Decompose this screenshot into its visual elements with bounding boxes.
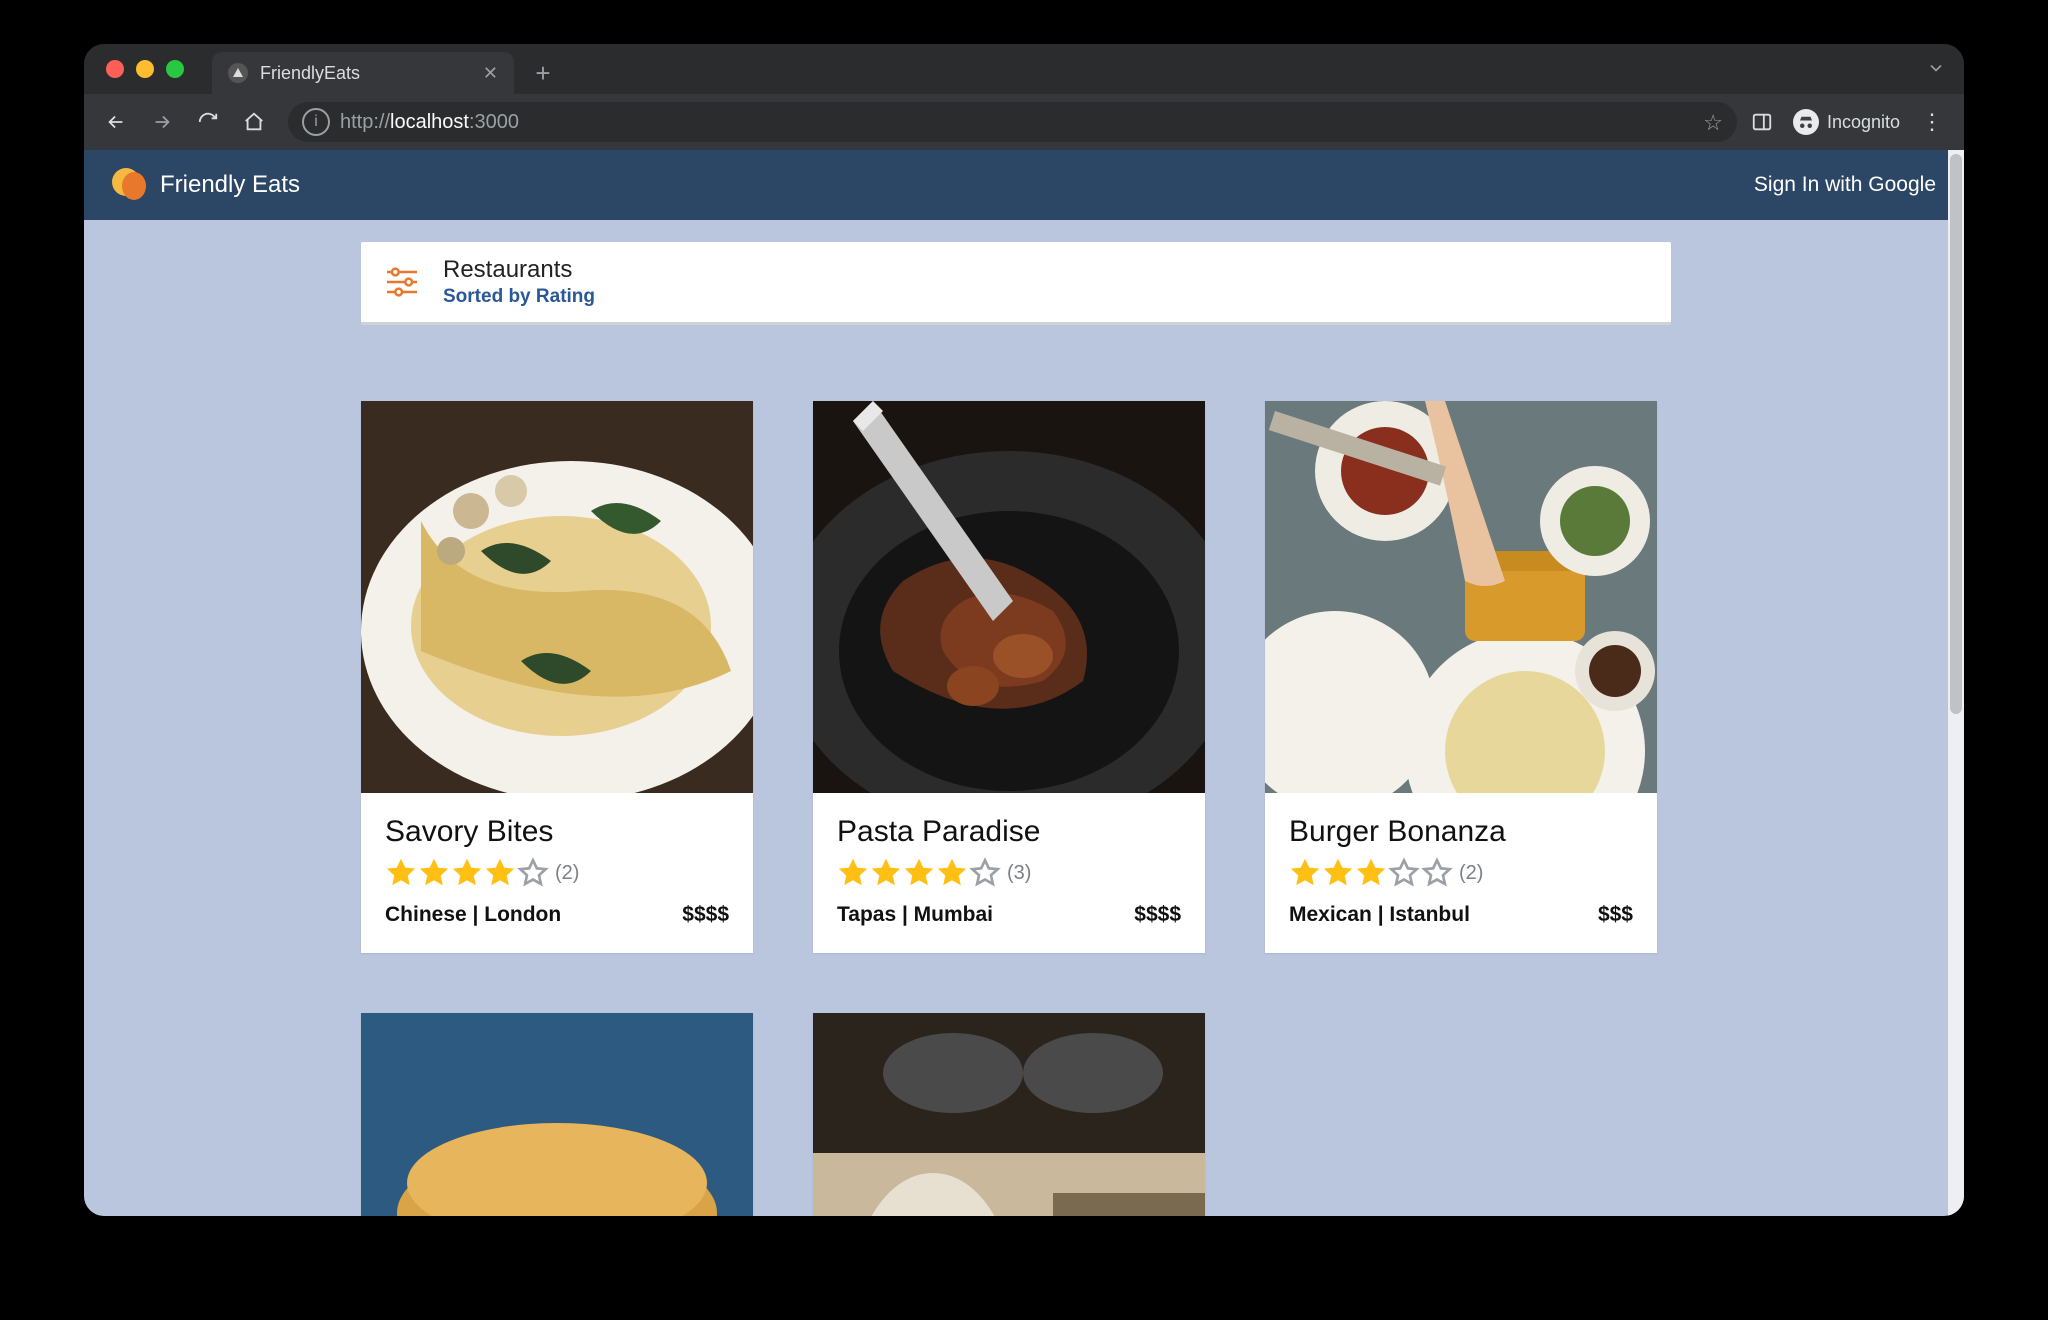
url-prefix: http:// xyxy=(340,111,390,133)
signin-button[interactable]: Sign In with Google xyxy=(1754,173,1936,197)
restaurant-price: $$$$ xyxy=(1134,903,1181,927)
scrollbar-thumb[interactable] xyxy=(1950,154,1962,714)
browser-tab[interactable]: FriendlyEats ✕ xyxy=(212,52,514,94)
restaurant-price: $$$ xyxy=(1598,903,1633,927)
filter-bar[interactable]: Restaurants Sorted by Rating xyxy=(361,242,1671,325)
star-rating xyxy=(1289,857,1453,889)
tab-strip: FriendlyEats ✕ + xyxy=(84,44,1964,94)
incognito-label: Incognito xyxy=(1827,112,1900,133)
url-port: :3000 xyxy=(469,111,519,133)
restaurant-card[interactable]: Savory Bites (2) Chinese | London $$$$ xyxy=(361,401,753,953)
review-count: (2) xyxy=(555,862,579,885)
url-display: http://localhost:3000 xyxy=(340,111,519,134)
window-close-button[interactable] xyxy=(106,60,124,78)
browser-window: FriendlyEats ✕ + i xyxy=(84,44,1964,1216)
restaurant-price: $$$$ xyxy=(682,903,729,927)
rating: (3) xyxy=(837,857,1181,889)
restaurant-photo xyxy=(361,1013,753,1216)
rating: (2) xyxy=(1289,857,1633,889)
restaurant-tagline: Mexican | Istanbul xyxy=(1289,903,1470,927)
nav-back-button[interactable] xyxy=(96,102,136,142)
restaurant-name: Pasta Paradise xyxy=(837,815,1181,849)
incognito-icon xyxy=(1793,109,1819,135)
restaurant-tagline: Tapas | Mumbai xyxy=(837,903,993,927)
brand-logo-icon xyxy=(112,168,146,202)
rating: (2) xyxy=(385,857,729,889)
window-controls xyxy=(106,60,184,78)
restaurant-grid: Savory Bites (2) Chinese | London $$$$ xyxy=(361,401,1671,953)
restaurant-card[interactable]: Pasta Paradise (3) Tapas | Mumbai $$$$ xyxy=(813,401,1205,953)
review-count: (3) xyxy=(1007,862,1031,885)
nav-forward-button[interactable] xyxy=(142,102,182,142)
tab-favicon xyxy=(228,63,248,83)
brand[interactable]: Friendly Eats xyxy=(112,168,300,202)
tab-close-button[interactable]: ✕ xyxy=(483,63,498,84)
browser-toolbar: i http://localhost:3000 ☆ Incognito ⋮ xyxy=(84,94,1964,150)
reload-button[interactable] xyxy=(188,102,228,142)
restaurant-name: Savory Bites xyxy=(385,815,729,849)
restaurant-card[interactable] xyxy=(361,1013,753,1216)
app-header: Friendly Eats Sign In with Google xyxy=(84,150,1964,220)
vertical-scrollbar[interactable] xyxy=(1948,150,1964,1216)
restaurant-grid xyxy=(361,1013,1671,1216)
filter-title: Restaurants xyxy=(443,256,595,284)
star-rating xyxy=(385,857,549,889)
main-content: Restaurants Sorted by Rating xyxy=(84,220,1948,1216)
restaurant-name: Burger Bonanza xyxy=(1289,815,1633,849)
page-viewport: Friendly Eats Sign In with Google xyxy=(84,150,1964,1216)
restaurant-tagline: Chinese | London xyxy=(385,903,561,927)
restaurant-photo xyxy=(813,401,1205,793)
restaurant-card[interactable]: Burger Bonanza (2) Mexican | Istanbul $$… xyxy=(1265,401,1657,953)
incognito-indicator[interactable]: Incognito xyxy=(1793,109,1900,135)
bookmark-star-icon[interactable]: ☆ xyxy=(1703,110,1723,136)
filter-subtitle: Sorted by Rating xyxy=(443,286,595,308)
filter-sliders-icon xyxy=(381,261,423,303)
restaurant-photo xyxy=(1265,401,1657,793)
restaurant-card[interactable] xyxy=(813,1013,1205,1216)
site-info-icon[interactable]: i xyxy=(302,108,330,136)
url-host: localhost xyxy=(390,111,469,133)
restaurant-photo xyxy=(813,1013,1205,1216)
window-minimize-button[interactable] xyxy=(136,60,154,78)
browser-menu-button[interactable]: ⋮ xyxy=(1912,102,1952,142)
address-bar[interactable]: i http://localhost:3000 ☆ xyxy=(288,102,1737,142)
review-count: (2) xyxy=(1459,862,1483,885)
new-tab-button[interactable]: + xyxy=(526,56,560,90)
window-zoom-button[interactable] xyxy=(166,60,184,78)
brand-name: Friendly Eats xyxy=(160,171,300,199)
side-panel-icon[interactable] xyxy=(1751,111,1773,133)
tab-overflow-button[interactable] xyxy=(1926,58,1946,83)
tab-title: FriendlyEats xyxy=(260,63,360,84)
restaurant-photo xyxy=(361,401,753,793)
star-rating xyxy=(837,857,1001,889)
home-button[interactable] xyxy=(234,102,274,142)
